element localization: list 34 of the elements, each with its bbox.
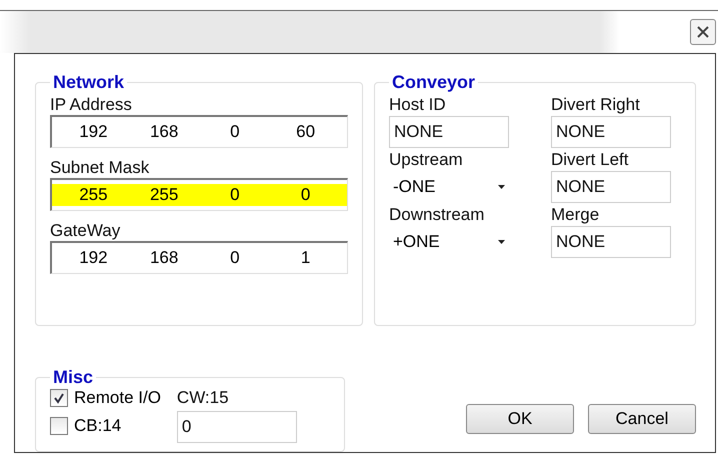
field-label: CW:15 xyxy=(176,388,230,408)
text-field[interactable]: 0 xyxy=(176,411,297,443)
field-label: IP Address xyxy=(50,95,133,115)
ok-button[interactable]: OK xyxy=(466,404,574,434)
group-title: Network xyxy=(52,72,126,93)
group-title: Conveyor xyxy=(391,72,476,93)
ip-field[interactable]: 255 255 0 0 xyxy=(50,178,348,211)
checkbox[interactable] xyxy=(50,417,68,435)
checkbox-label: Remote I/O xyxy=(74,388,161,408)
ip-field[interactable]: 192 168 0 60 xyxy=(50,115,348,148)
field-label: Downstream xyxy=(389,205,486,225)
text-field[interactable]: NONE xyxy=(389,116,509,148)
checkbox-label: CB:14 xyxy=(74,416,122,436)
text-field[interactable]: NONE xyxy=(551,226,671,258)
check-icon xyxy=(53,392,65,404)
text-field[interactable]: NONE xyxy=(551,116,671,148)
dropdown[interactable]: +ONE xyxy=(389,226,509,258)
field-label: Host ID xyxy=(389,95,447,115)
field-label: Divert Right xyxy=(551,95,641,115)
checkbox[interactable] xyxy=(50,389,68,407)
close-icon xyxy=(696,25,710,39)
field-label: Merge xyxy=(551,205,600,225)
dropdown-arrow-icon xyxy=(498,240,505,244)
dropdown[interactable]: -ONE xyxy=(389,171,509,203)
ip-field[interactable]: 192 168 0 1 xyxy=(50,241,348,274)
cancel-button[interactable]: Cancel xyxy=(588,404,696,434)
dropdown-arrow-icon xyxy=(498,185,505,189)
field-label: Divert Left xyxy=(551,150,630,170)
text-field[interactable]: NONE xyxy=(551,171,671,203)
field-label: Upstream xyxy=(389,150,464,170)
field-label: GateWay xyxy=(50,221,122,241)
close-button[interactable] xyxy=(690,19,716,45)
field-label: Subnet Mask xyxy=(50,158,150,178)
group-title: Misc xyxy=(52,367,94,388)
